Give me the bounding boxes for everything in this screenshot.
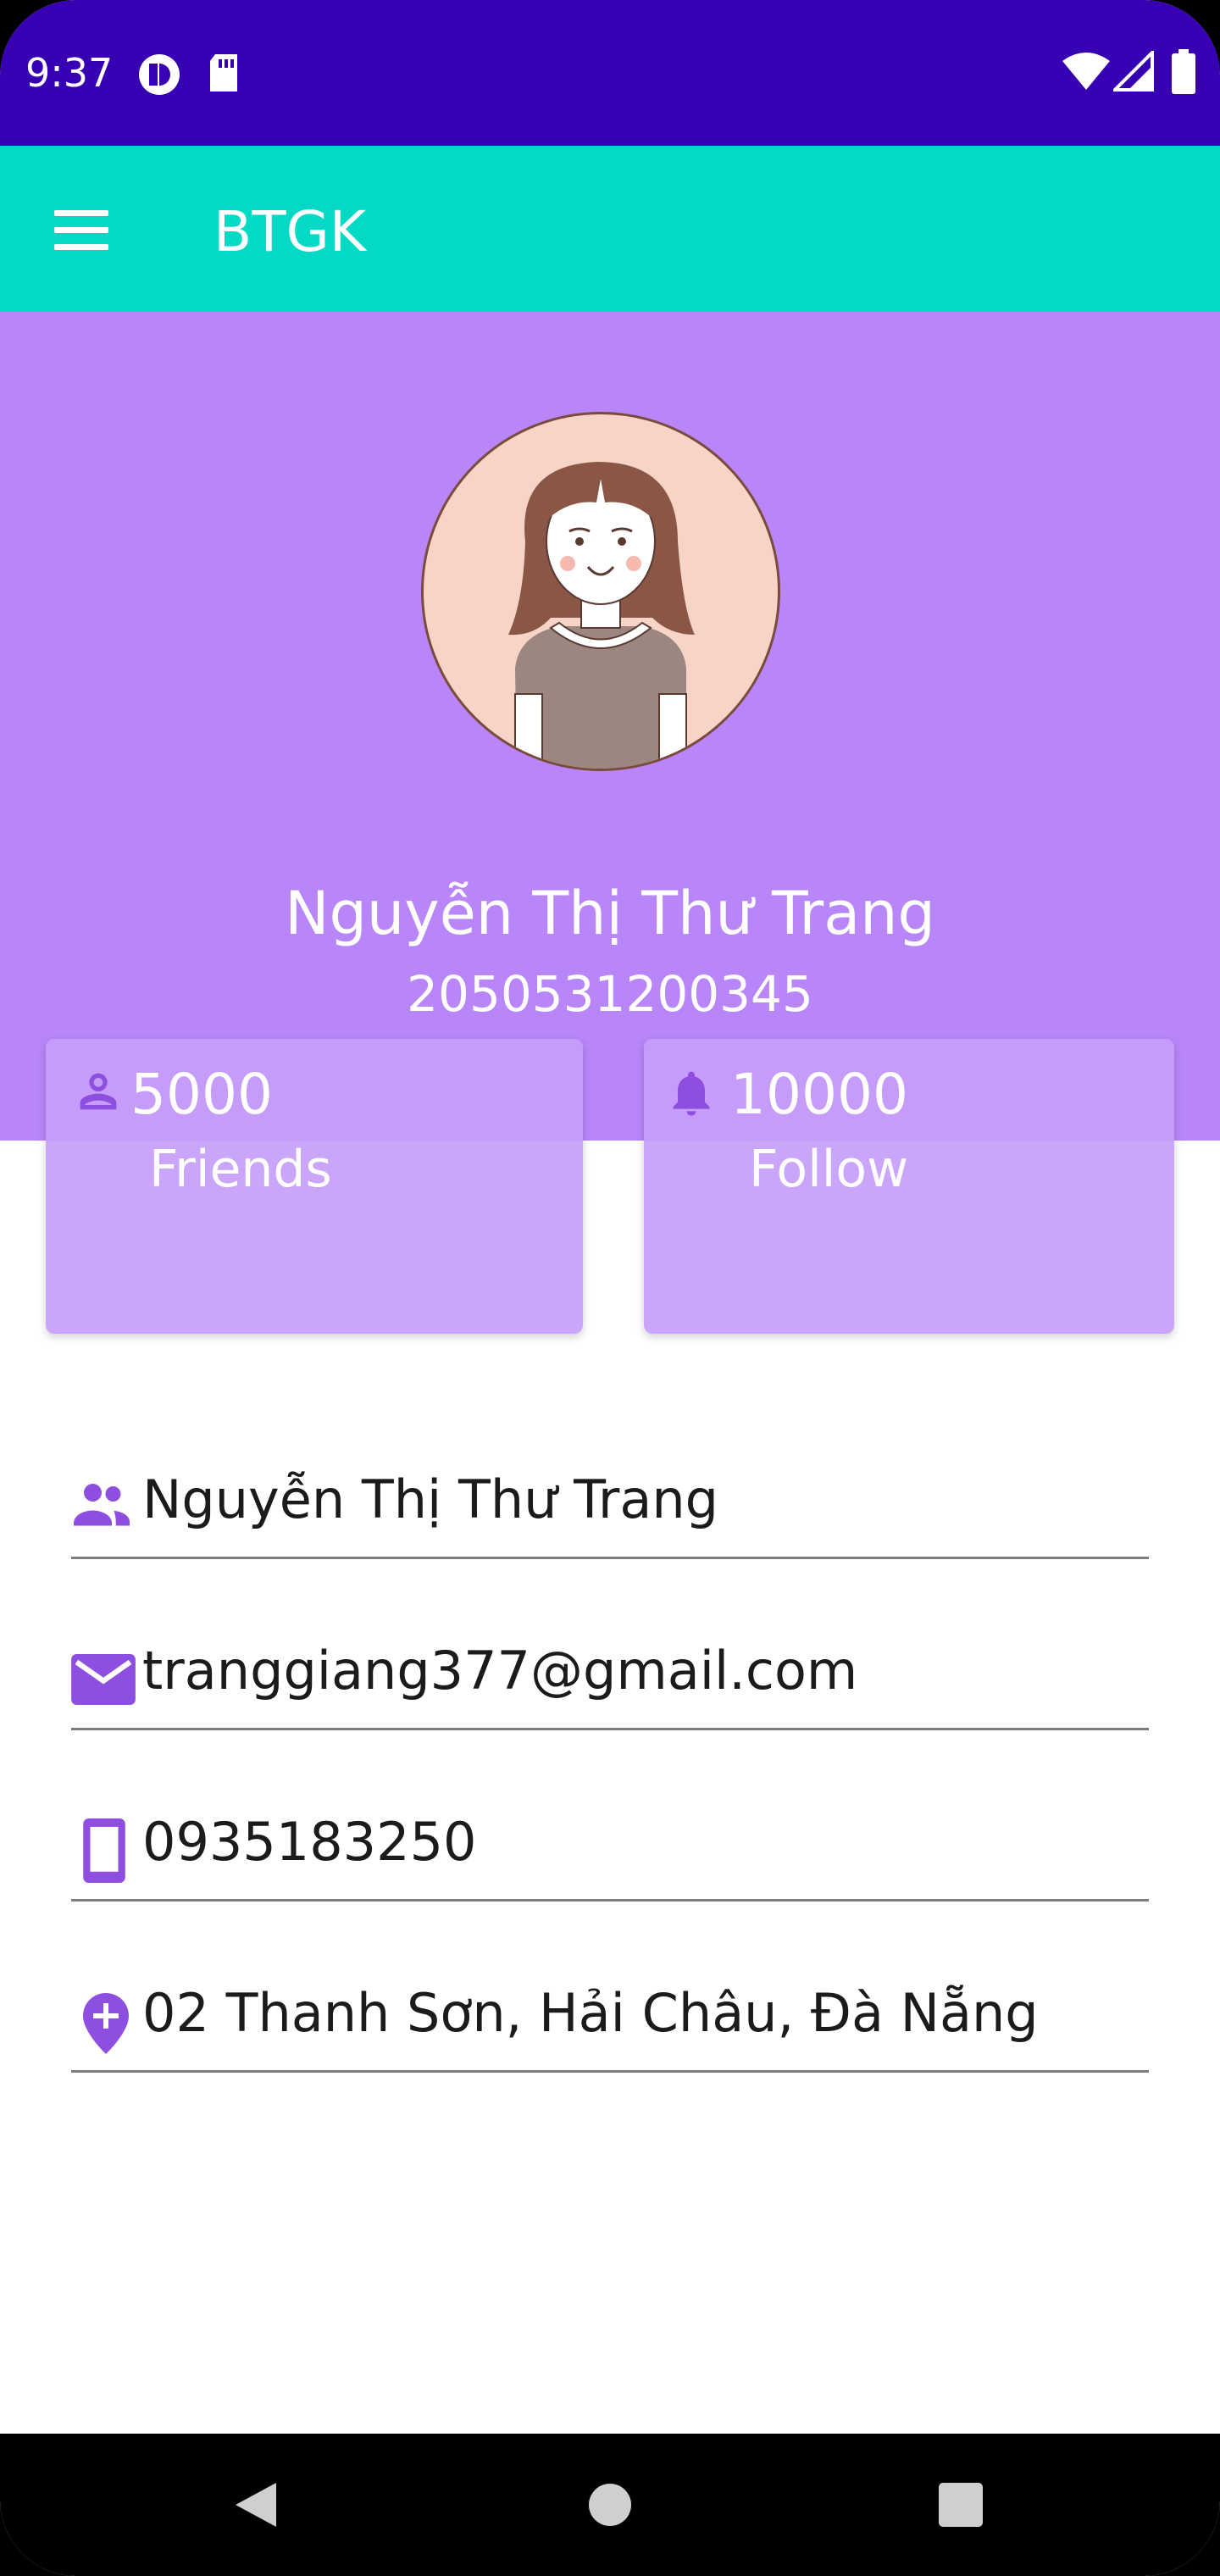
person-icon bbox=[71, 1064, 125, 1122]
phone-value: 0935183250 bbox=[142, 1811, 477, 1873]
friends-count: 5000 bbox=[130, 1062, 273, 1127]
email-value: tranggiang377@gmail.com bbox=[142, 1640, 858, 1702]
app-bar: BTGK bbox=[0, 146, 1220, 312]
screen: 9:37 BTGK Nguyễn Thị Thư Trang 205053120… bbox=[0, 0, 1220, 2576]
wifi-icon bbox=[1062, 51, 1110, 95]
follow-card[interactable]: 10000 Follow bbox=[644, 1039, 1174, 1334]
sd-card-icon bbox=[207, 53, 241, 98]
bell-icon bbox=[664, 1064, 718, 1125]
app-title: BTGK bbox=[214, 199, 367, 264]
fullname-value: Nguyễn Thị Thư Trang bbox=[142, 1468, 719, 1530]
back-icon[interactable] bbox=[214, 2462, 298, 2547]
profile-name: Nguyễn Thị Thư Trang bbox=[285, 879, 935, 948]
recents-icon[interactable] bbox=[918, 2462, 1003, 2547]
status-time: 9:37 bbox=[25, 50, 114, 96]
avatar[interactable] bbox=[421, 412, 780, 771]
vpn-key-icon bbox=[137, 53, 181, 100]
phone-field[interactable]: 0935183250 bbox=[71, 1791, 1149, 1901]
profile-header: Nguyễn Thị Thư Trang 2050531200345 bbox=[0, 312, 1220, 1141]
friends-card[interactable]: 5000 Friends bbox=[46, 1039, 583, 1334]
hamburger-menu-icon[interactable] bbox=[34, 190, 115, 271]
address-field[interactable]: 02 Thanh Sơn, Hải Châu, Đà Nẵng bbox=[71, 1963, 1149, 2073]
status-bar: 9:37 bbox=[0, 0, 1220, 146]
people-icon bbox=[71, 1480, 132, 1532]
follow-label: Follow bbox=[749, 1140, 909, 1199]
address-value: 02 Thanh Sơn, Hải Châu, Đà Nẵng bbox=[142, 1982, 1039, 2044]
email-icon bbox=[71, 1654, 136, 1708]
battery-icon bbox=[1171, 49, 1196, 98]
home-icon[interactable] bbox=[568, 2462, 652, 2547]
follow-count: 10000 bbox=[730, 1062, 908, 1127]
cell-signal-icon bbox=[1111, 48, 1154, 95]
navigation-bar bbox=[0, 2434, 1220, 2576]
phone-icon bbox=[83, 1818, 125, 1886]
location-icon bbox=[83, 1993, 129, 2057]
fullname-field[interactable]: Nguyễn Thị Thư Trang bbox=[71, 1449, 1149, 1559]
friends-label: Friends bbox=[149, 1140, 332, 1199]
email-field[interactable]: tranggiang377@gmail.com bbox=[71, 1620, 1149, 1730]
profile-student-id: 2050531200345 bbox=[407, 965, 813, 1023]
